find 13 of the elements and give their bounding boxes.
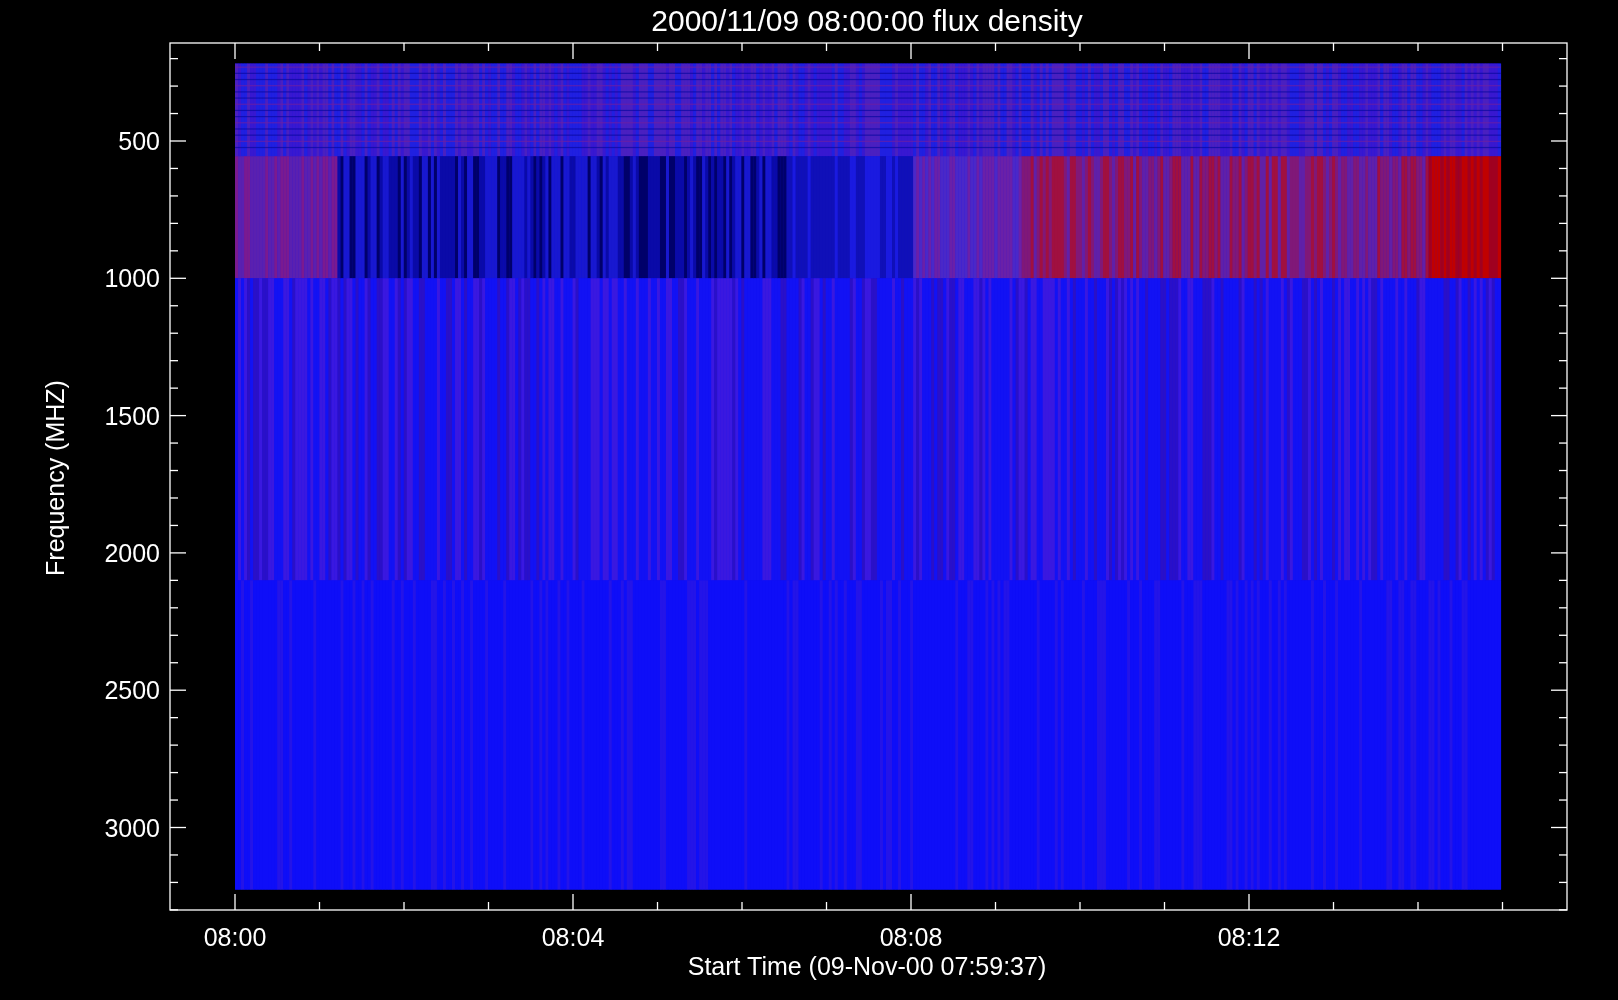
y-axis-label: Frequency (MHZ) xyxy=(41,380,69,576)
y-tick-label: 500 xyxy=(118,127,160,155)
x-tick-label: 08:08 xyxy=(879,923,943,951)
chart-title: 2000/11/09 08:00:00 flux density xyxy=(651,4,1083,37)
y-tick-label: 2500 xyxy=(104,676,160,705)
y-tick-label: 1500 xyxy=(104,401,160,430)
y-tick-label: 3000 xyxy=(104,813,160,842)
x-tick-label: 08:04 xyxy=(541,923,605,951)
x-tick-label: 08:12 xyxy=(1217,923,1281,951)
y-tick-label: 1000 xyxy=(104,264,160,293)
y-tick-label: 2000 xyxy=(104,538,160,567)
x-axis-label: Start Time (09-Nov-00 07:59:37) xyxy=(687,952,1047,980)
x-tick-label: 08:00 xyxy=(203,923,267,951)
